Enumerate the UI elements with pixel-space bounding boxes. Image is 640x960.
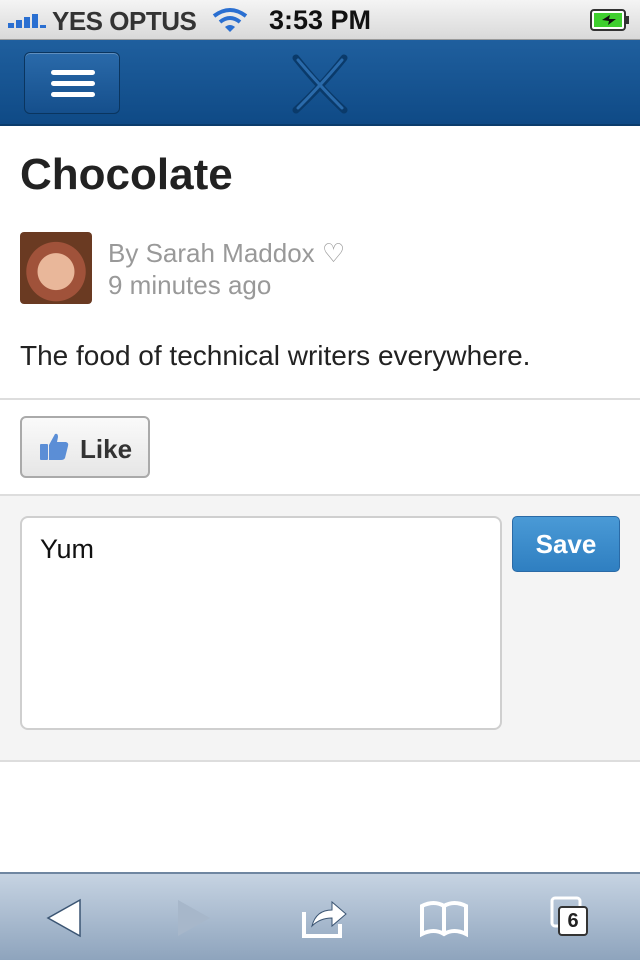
avatar[interactable] — [20, 232, 92, 304]
confluence-logo-icon[interactable] — [288, 52, 352, 114]
post-timestamp: 9 minutes ago — [108, 270, 272, 300]
app-header — [0, 40, 640, 126]
divider — [0, 760, 640, 762]
post-body: The food of technical writers everywhere… — [20, 340, 531, 371]
status-time: 3:53 PM — [268, 5, 372, 35]
comment-input[interactable] — [20, 516, 502, 730]
comment-editor: Save — [0, 496, 640, 760]
tabs-count-badge[interactable]: 6 — [558, 906, 588, 936]
divider — [0, 398, 640, 400]
forward-arrow-icon[interactable] — [166, 892, 218, 944]
status-bar: YES OPTUS 3:53 PM — [0, 0, 640, 40]
author-byline[interactable]: By Sarah Maddox ♡ — [108, 238, 345, 269]
like-label: Like — [80, 434, 133, 464]
page-title: Chocolate — [20, 150, 233, 199]
menu-button[interactable] — [24, 52, 120, 114]
back-arrow-icon[interactable] — [40, 892, 92, 944]
like-button[interactable]: Like — [20, 416, 150, 478]
bookmarks-icon[interactable] — [418, 892, 470, 944]
hamburger-icon — [51, 70, 95, 75]
browser-toolbar — [0, 872, 640, 960]
battery-charging-icon — [590, 9, 629, 31]
thumbs-up-icon — [40, 433, 69, 460]
save-button[interactable]: Save — [512, 516, 620, 572]
share-icon[interactable] — [298, 892, 350, 944]
